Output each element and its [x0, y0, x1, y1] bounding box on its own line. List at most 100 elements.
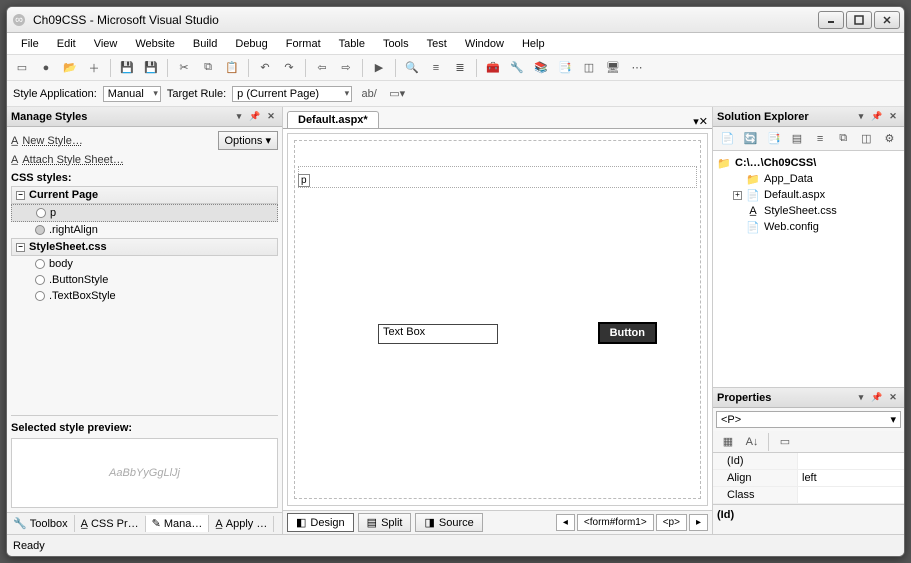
save-icon[interactable]: 💾 — [116, 57, 138, 79]
tab-apply-styles[interactable]: A̲Apply … — [209, 516, 274, 532]
breadcrumb-p[interactable]: <p> — [656, 514, 687, 531]
pin-icon[interactable]: 📌 — [870, 391, 884, 405]
view-split-button[interactable]: ▤Split — [358, 513, 412, 532]
property-pages-icon[interactable]: ▭ — [774, 431, 796, 453]
se-properties-icon[interactable]: 📄 — [717, 128, 738, 150]
new-website-icon[interactable]: ● — [35, 57, 57, 79]
close-button[interactable] — [874, 11, 900, 29]
pin-icon[interactable]: 📌 — [248, 110, 262, 124]
comment-icon[interactable]: ≡ — [425, 57, 447, 79]
menu-view[interactable]: View — [86, 36, 126, 52]
prop-row-class[interactable]: Class — [713, 487, 904, 504]
menu-help[interactable]: Help — [514, 36, 553, 52]
paragraph-outline[interactable] — [298, 166, 697, 188]
tree-app-data[interactable]: 📁App_Data — [717, 171, 900, 187]
button-control[interactable]: Button — [598, 322, 657, 344]
se-code-icon[interactable]: ≡ — [810, 128, 831, 150]
pane-dropdown-icon[interactable]: ▾ — [232, 110, 246, 124]
se-config-icon[interactable]: ⚙ — [879, 128, 900, 150]
view-source-button[interactable]: ◨Source — [415, 513, 482, 532]
crumb-nav-right[interactable]: ▸ — [689, 514, 708, 531]
se-view-icon[interactable]: ◫ — [856, 128, 877, 150]
more-tools-icon[interactable]: ⋯ — [626, 57, 648, 79]
collapse-icon[interactable]: − — [16, 243, 25, 252]
prop-row-align[interactable]: Alignleft — [713, 470, 904, 487]
properties-icon[interactable]: 🔧 — [506, 57, 528, 79]
server-explorer-icon[interactable]: 🖥 — [602, 57, 624, 79]
close-icon[interactable]: ✕ — [264, 110, 278, 124]
new-style-link[interactable]: A̲New Style… — [11, 135, 83, 147]
pane-dropdown-icon[interactable]: ▾ — [854, 110, 868, 124]
menu-debug[interactable]: Debug — [227, 36, 275, 52]
css-rule-textboxstyle[interactable]: .TextBoxStyle — [11, 288, 278, 304]
menu-window[interactable]: Window — [457, 36, 512, 52]
find-icon[interactable]: 🔍 — [401, 57, 423, 79]
css-rule-body[interactable]: body — [11, 256, 278, 272]
tab-toolbox[interactable]: 🔧Toolbox — [7, 515, 75, 532]
tree-web-config[interactable]: 📄Web.config — [717, 219, 900, 235]
toolbox-icon[interactable]: 🧰 — [482, 57, 504, 79]
cut-icon[interactable]: ✂ — [173, 57, 195, 79]
css-rule-buttonstyle[interactable]: .ButtonStyle — [11, 272, 278, 288]
uncomment-icon[interactable]: ≣ — [449, 57, 471, 79]
prop-row-id[interactable]: (Id) — [713, 453, 904, 470]
style-application-mode-dropdown[interactable]: Manual — [103, 86, 161, 102]
minimize-button[interactable] — [818, 11, 844, 29]
menu-format[interactable]: Format — [278, 36, 329, 52]
options-button[interactable]: Options ▾ — [218, 131, 279, 150]
tree-root[interactable]: 📁C:\…\Ch09CSS\ — [717, 155, 900, 171]
menu-tools[interactable]: Tools — [375, 36, 417, 52]
close-icon[interactable]: ✕ — [886, 110, 900, 124]
tab-manage-styles[interactable]: ✎Mana… — [146, 515, 210, 532]
save-all-icon[interactable]: 💾 — [140, 57, 162, 79]
se-copy-icon[interactable]: ⧉ — [833, 128, 854, 150]
se-nest-icon[interactable]: 📑 — [763, 128, 784, 150]
pane-dropdown-icon[interactable]: ▾ — [854, 391, 868, 405]
paste-icon[interactable]: 📋 — [221, 57, 243, 79]
object-browser-icon[interactable]: 📚 — [530, 57, 552, 79]
tab-css-properties[interactable]: A̲CSS Pr… — [75, 516, 146, 532]
close-icon[interactable]: ✕ — [886, 391, 900, 405]
style-options-icon[interactable]: ▭▾ — [386, 83, 408, 105]
view-design-button[interactable]: ◧Design — [287, 513, 354, 532]
categorized-icon[interactable]: ▦ — [717, 431, 739, 453]
doc-tab-default[interactable]: Default.aspx* — [287, 111, 379, 128]
maximize-button[interactable] — [846, 11, 872, 29]
se-showall-icon[interactable]: ▤ — [786, 128, 807, 150]
class-view-icon[interactable]: ◫ — [578, 57, 600, 79]
menu-edit[interactable]: Edit — [49, 36, 84, 52]
alphabetical-icon[interactable]: A↓ — [741, 431, 763, 453]
style-tool-icon[interactable]: ab/ — [358, 83, 380, 105]
copy-icon[interactable]: ⧉ — [197, 57, 219, 79]
attach-stylesheet-link[interactable]: A̲Attach Style Sheet… — [11, 154, 278, 166]
css-group-current-page[interactable]: −Current Page — [11, 186, 278, 204]
crumb-nav-left[interactable]: ◂ — [556, 514, 575, 531]
css-rule-rightalign[interactable]: .rightAlign — [11, 222, 278, 238]
nav-back-icon[interactable]: ⇦ — [311, 57, 333, 79]
pin-icon[interactable]: 📌 — [870, 110, 884, 124]
solution-explorer-icon[interactable]: 📑 — [554, 57, 576, 79]
tree-stylesheet-css[interactable]: A̲StyleSheet.css — [717, 203, 900, 219]
breadcrumb-form[interactable]: <form#form1> — [577, 514, 654, 531]
textbox-control[interactable]: Text Box — [378, 324, 498, 344]
menu-website[interactable]: Website — [127, 36, 183, 52]
target-rule-dropdown[interactable]: p (Current Page) — [232, 86, 352, 102]
menu-build[interactable]: Build — [185, 36, 225, 52]
tree-default-aspx[interactable]: +📄Default.aspx — [717, 187, 900, 203]
properties-object-selector[interactable]: <P>▾ — [716, 411, 901, 428]
doc-close-icon[interactable]: ✕ — [699, 115, 708, 128]
expand-icon[interactable]: + — [733, 191, 742, 200]
new-project-icon[interactable]: ▭ — [11, 57, 33, 79]
menu-table[interactable]: Table — [331, 36, 373, 52]
p-tag-handle[interactable]: p — [298, 174, 310, 187]
css-rule-p[interactable]: p — [11, 204, 278, 222]
se-refresh-icon[interactable]: 🔄 — [740, 128, 761, 150]
css-group-stylesheet[interactable]: −StyleSheet.css — [11, 238, 278, 256]
nav-fwd-icon[interactable]: ⇨ — [335, 57, 357, 79]
start-debug-icon[interactable]: ▶ — [368, 57, 390, 79]
collapse-icon[interactable]: − — [16, 191, 25, 200]
design-surface[interactable]: p Text Box Button — [287, 133, 708, 506]
undo-icon[interactable]: ↶ — [254, 57, 276, 79]
add-item-icon[interactable]: ＋ — [83, 57, 105, 79]
menu-test[interactable]: Test — [419, 36, 455, 52]
